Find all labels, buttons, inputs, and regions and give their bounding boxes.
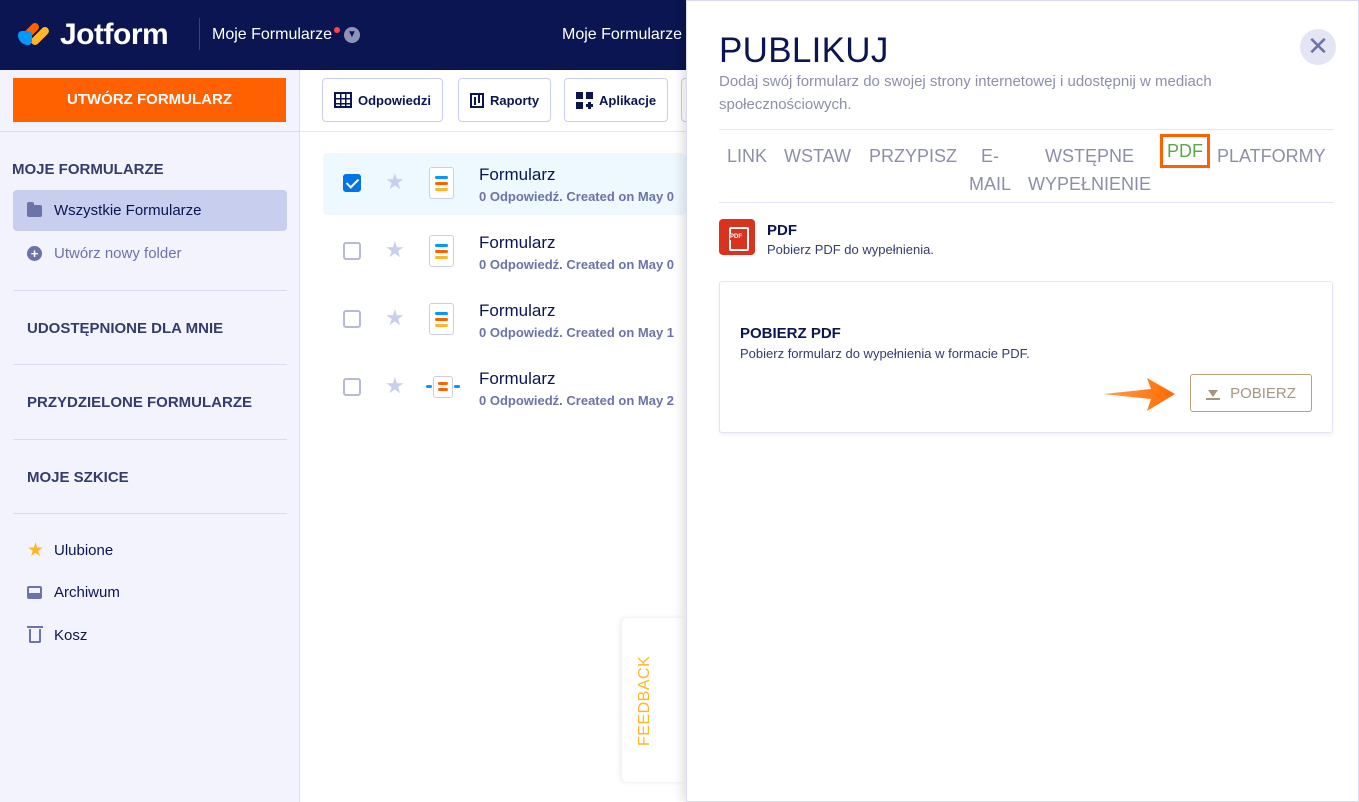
star-icon: ★ bbox=[27, 540, 45, 561]
tab-label: WYPEŁNIENIE bbox=[1027, 174, 1152, 194]
divider bbox=[13, 513, 287, 514]
download-pdf-card: POBIERZ PDF Pobierz formularz do wypełni… bbox=[719, 281, 1333, 433]
list-item[interactable]: ★ Formularz 0 Odpowiedź. Created on May … bbox=[323, 221, 686, 283]
pdf-file-icon: PDF bbox=[719, 219, 755, 255]
sidebar-item-favorites[interactable]: ★ Ulubione bbox=[27, 540, 114, 561]
jotform-logo[interactable]: Jotform bbox=[18, 18, 169, 52]
sidebar-item-drafts[interactable]: MOJE SZKICE bbox=[27, 469, 129, 486]
sidebar-item-trash[interactable]: Kosz bbox=[27, 625, 88, 644]
section-title: PDF bbox=[767, 222, 797, 239]
section-subtitle: Pobierz PDF do wypełnienia. bbox=[767, 242, 934, 257]
report-icon bbox=[470, 92, 484, 108]
sidebar-item-all-forms[interactable]: Wszystkie Formularze bbox=[13, 190, 287, 231]
form-title[interactable]: Formularz bbox=[479, 233, 556, 253]
form-title[interactable]: Formularz bbox=[479, 165, 556, 185]
card-form-icon bbox=[426, 376, 460, 398]
list-item[interactable]: ★ Formularz 0 Odpowiedź. Created on May … bbox=[323, 289, 686, 351]
list-item[interactable]: ★ Formularz 0 Odpowiedź. Created on May … bbox=[323, 153, 686, 215]
divider bbox=[13, 364, 287, 365]
plus-circle-icon: + bbox=[27, 246, 42, 261]
reports-label: Raporty bbox=[490, 92, 540, 108]
sidebar-item-label: Utwórz nowy folder bbox=[54, 245, 182, 262]
responses-button[interactable]: Odpowiedzi bbox=[322, 78, 443, 122]
notification-dot bbox=[334, 27, 340, 33]
logo-text: Jotform bbox=[60, 18, 169, 51]
form-icon bbox=[429, 235, 454, 267]
form-meta: 0 Odpowiedź. Created on May 1 bbox=[479, 325, 675, 340]
form-meta: 0 Odpowiedź. Created on May 0 bbox=[479, 257, 675, 272]
sidebar-item-shared[interactable]: UDOSTĘPNIONE DLA MNIE bbox=[27, 320, 223, 337]
feedback-tab[interactable]: FEEDBACK bbox=[622, 618, 686, 782]
trash-icon bbox=[27, 625, 43, 643]
responses-label: Odpowiedzi bbox=[358, 92, 431, 108]
create-form-button[interactable]: UTWÓRZ FORMULARZ bbox=[13, 78, 286, 122]
list-item[interactable]: ★ Formularz 0 Odpowiedź. Created on May … bbox=[323, 357, 686, 419]
tab-label: WSTĘPNE bbox=[1044, 146, 1134, 166]
tab-assign[interactable]: PRZYPISZ bbox=[869, 142, 957, 170]
sidebar-item-label: Kosz bbox=[54, 627, 88, 644]
apps-button[interactable]: Aplikacje bbox=[564, 78, 669, 122]
star-icon[interactable]: ★ bbox=[385, 373, 405, 399]
table-icon bbox=[334, 92, 352, 108]
form-title[interactable]: Formularz bbox=[479, 369, 556, 389]
divider bbox=[13, 439, 287, 440]
form-title[interactable]: Formularz bbox=[479, 301, 556, 321]
download-button[interactable]: POBIERZ bbox=[1190, 374, 1312, 412]
top-divider bbox=[199, 18, 200, 50]
row-checkbox[interactable] bbox=[343, 242, 361, 260]
tab-platforms[interactable]: PLATFORMY bbox=[1217, 142, 1326, 170]
archive-icon bbox=[27, 586, 42, 599]
panel-title: PUBLIKUJ bbox=[719, 31, 889, 70]
row-checkbox[interactable] bbox=[343, 378, 361, 396]
download-icon bbox=[1206, 386, 1221, 400]
sidebar-item-label: Ulubione bbox=[54, 542, 114, 559]
divider bbox=[0, 131, 300, 132]
pdf-badge-label: PDF bbox=[730, 234, 742, 240]
folder-icon bbox=[27, 201, 42, 217]
chevron-down-icon[interactable]: ▼ bbox=[344, 27, 360, 43]
row-checkbox[interactable] bbox=[343, 310, 361, 328]
form-meta: 0 Odpowiedź. Created on May 2 bbox=[479, 393, 675, 408]
my-forms-heading[interactable]: MOJE FORMULARZE bbox=[12, 161, 164, 178]
star-icon[interactable]: ★ bbox=[385, 237, 405, 263]
sidebar-item-label: Wszystkie Formularze bbox=[54, 202, 202, 219]
jotform-logo-icon bbox=[18, 19, 51, 51]
tab-email[interactable]: E- MAIL bbox=[968, 142, 1012, 198]
star-icon[interactable]: ★ bbox=[385, 169, 405, 195]
apps-label: Aplikacje bbox=[599, 92, 657, 108]
download-label: POBIERZ bbox=[1230, 384, 1296, 402]
arrow-annotation-icon bbox=[1103, 378, 1175, 411]
workspace-title[interactable]: Moje Formularze bbox=[212, 26, 332, 44]
sidebar-item-new-folder[interactable]: + Utwórz nowy folder bbox=[27, 245, 182, 262]
panel-description: Dodaj swój formularz do swojej strony in… bbox=[719, 73, 1212, 113]
divider bbox=[13, 290, 287, 291]
row-checkbox[interactable] bbox=[343, 174, 361, 192]
sidebar-item-label: Archiwum bbox=[54, 584, 120, 601]
form-icon bbox=[429, 167, 454, 199]
feedback-label: FEEDBACK bbox=[636, 655, 653, 746]
page-title: Moje Formularze bbox=[562, 26, 683, 43]
card-subtitle: Pobierz formularz do wypełnienia w forma… bbox=[740, 346, 1030, 361]
publish-panel: PUBLIKUJ Dodaj swój formularz do swojej … bbox=[686, 0, 1359, 802]
form-icon bbox=[429, 303, 454, 335]
divider bbox=[719, 202, 1333, 203]
tab-prefill[interactable]: WSTĘPNE WYPEŁNIENIE bbox=[1027, 142, 1152, 198]
sidebar-item-assigned[interactable]: PRZYDZIELONE FORMULARZE bbox=[27, 394, 252, 411]
tab-label: MAIL bbox=[968, 174, 1011, 194]
sidebar: UTWÓRZ FORMULARZ MOJE FORMULARZE Wszystk… bbox=[0, 70, 300, 802]
close-icon[interactable]: ✕ bbox=[1300, 29, 1336, 65]
star-icon[interactable]: ★ bbox=[385, 305, 405, 331]
tab-link[interactable]: LINK bbox=[727, 142, 767, 170]
sidebar-item-archive[interactable]: Archiwum bbox=[27, 584, 120, 601]
tab-embed[interactable]: WSTAW bbox=[784, 142, 851, 170]
tab-label: E- bbox=[981, 146, 999, 166]
reports-button[interactable]: Raporty bbox=[458, 78, 552, 122]
apps-icon bbox=[576, 91, 593, 109]
divider bbox=[719, 129, 1333, 130]
tab-pdf[interactable]: PDF bbox=[1160, 134, 1210, 168]
toolbar: Odpowiedzi Raporty Aplikacje bbox=[300, 70, 691, 132]
form-meta: 0 Odpowiedź. Created on May 0 bbox=[479, 189, 675, 204]
card-title: POBIERZ PDF bbox=[740, 325, 841, 342]
